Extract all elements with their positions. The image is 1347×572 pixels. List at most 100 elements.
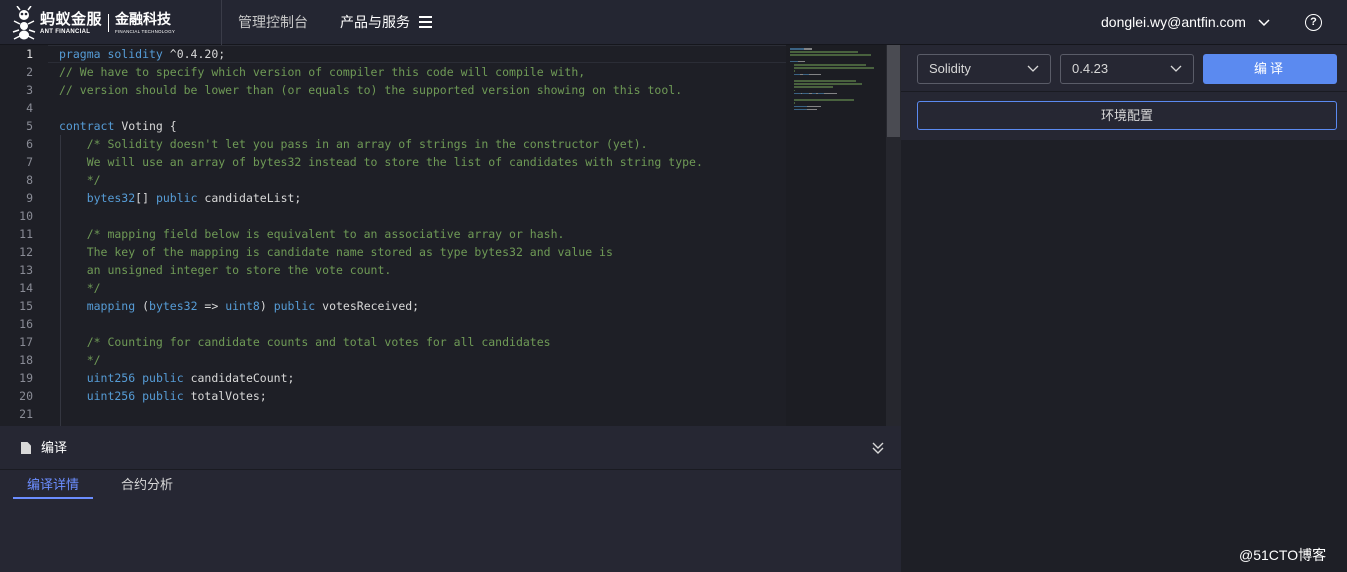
minimap-stroke [793, 92, 801, 95]
code-token: */ [59, 173, 101, 187]
chevron-down-icon[interactable] [1258, 16, 1270, 28]
tab-contract-analysis[interactable]: 合约分析 [121, 470, 173, 499]
code-token: public [273, 299, 323, 313]
minimap-stroke [793, 64, 867, 66]
line-number: 12 [19, 245, 33, 259]
line-number: 13 [19, 263, 33, 277]
minimap-stroke [798, 60, 806, 63]
line-number: 2 [26, 65, 33, 79]
help-icon[interactable]: ? [1305, 14, 1322, 31]
code-token: candidateList; [204, 191, 302, 205]
minimap-stroke [790, 54, 871, 56]
minimap-stroke [793, 108, 801, 111]
code-token: candidateCount; [190, 371, 295, 385]
line-number: 20 [19, 389, 33, 403]
code-token: public [155, 191, 205, 205]
line-number-gutter: 1 2 3 4 5 6 7 8 9 10 11 12 13 14 15 16 17 18 19 20 21 [0, 45, 48, 426]
compiler-version-select[interactable]: 0.4.23 [1060, 54, 1194, 84]
compile-button[interactable]: 编译 [1203, 54, 1337, 84]
document-icon [21, 442, 31, 454]
brand-sub-cn: 金融科技 [115, 10, 172, 27]
logo-separator [108, 14, 110, 32]
code-line: uint256 public candidateCount; [59, 369, 295, 387]
nav-console-link[interactable]: 管理控制台 [238, 0, 308, 45]
code-token: uint8 [225, 299, 260, 313]
user-account-menu[interactable]: donglei.wy@antfin.com [1101, 0, 1246, 45]
line-number: 5 [26, 119, 33, 133]
code-token: public [142, 389, 191, 403]
code-token: /* Solidity doesn't let you pass in an a… [59, 137, 648, 151]
minimap-stroke [793, 67, 874, 69]
code-token: uint256 [59, 389, 143, 403]
line-number: 11 [19, 227, 33, 241]
line-number: 3 [26, 83, 33, 97]
minimap-stroke [793, 102, 796, 104]
editor-vertical-scrollbar[interactable] [886, 45, 901, 426]
minimap-stroke [793, 105, 801, 108]
code-token: The key of the mapping is candidate name… [59, 245, 613, 259]
line-number: 7 [26, 155, 33, 169]
chevron-down-icon [1027, 65, 1039, 72]
code-line: mapping (bytes32 => uint8) public votesR… [59, 297, 419, 315]
brand-name-cn: 蚂蚁金服 [40, 10, 103, 28]
code-token: ^0.4.20; [169, 47, 226, 61]
compile-output-panel: 编译 编译详情 合约分析 [0, 426, 901, 572]
code-line: contract Voting { [59, 117, 177, 135]
tab-compile-details[interactable]: 编译详情 [13, 470, 93, 499]
hamburger-menu-icon[interactable] [419, 16, 432, 28]
code-line: pragma solidity ^0.4.20; [59, 45, 225, 63]
code-token: */ [59, 281, 101, 295]
compiler-settings-panel: Solidity 0.4.23 编译 环境配置 [901, 45, 1347, 572]
scrollbar-thumb[interactable] [887, 45, 900, 137]
line-number: 10 [19, 209, 33, 223]
minimap-stroke [793, 89, 796, 92]
environment-config-button[interactable]: 环境配置 [917, 101, 1337, 130]
line-number: 9 [26, 191, 33, 205]
line-number: 14 [19, 281, 33, 295]
code-line: /* mapping field below is equivalent to … [59, 225, 565, 243]
code-token: Voting { [121, 119, 177, 133]
code-editor[interactable]: 1 2 3 4 5 6 7 8 9 10 11 12 13 14 15 16 17 18 19 20 21 pragma… [0, 45, 901, 426]
code-line: an unsigned integer to store the vote co… [59, 261, 392, 279]
code-token: => [204, 299, 226, 313]
brand-logo[interactable]: 蚂蚁金服 ANT FINANCIAL 金融科技 FINANCIAL TECHNO… [12, 6, 175, 40]
language-select[interactable]: Solidity [917, 54, 1051, 84]
line-number: 16 [19, 317, 33, 331]
chevron-down-icon [1170, 65, 1182, 72]
minimap-stroke [808, 73, 822, 76]
code-token: mapping [59, 299, 143, 313]
code-minimap[interactable] [786, 45, 886, 426]
code-line: bytes32[] public candidateList; [59, 189, 302, 207]
minimap-stroke [790, 48, 805, 50]
watermark-text: @51CTO博客 [1239, 547, 1327, 563]
line-number: 8 [26, 173, 33, 187]
minimap-stroke [793, 70, 796, 72]
line-number: 4 [26, 101, 33, 115]
line-number: 6 [26, 137, 33, 151]
minimap-stroke [793, 80, 856, 82]
code-token: bytes32 [59, 191, 136, 205]
code-token: /* mapping field below is equivalent to … [59, 227, 565, 241]
code-line: uint256 public totalVotes; [59, 387, 267, 405]
code-line: */ [59, 279, 101, 297]
code-token: uint256 [59, 371, 143, 385]
minimap-stroke [804, 48, 812, 50]
code-token: ( [142, 299, 150, 313]
nav-divider [221, 0, 222, 45]
code-line: // We have to specify which version of c… [59, 63, 585, 81]
line-number: 19 [19, 371, 33, 385]
code-line: /* Counting for candidate counts and tot… [59, 333, 551, 351]
minimap-stroke [790, 51, 859, 53]
double-chevron-down-icon[interactable] [871, 441, 885, 455]
ant-logo-icon [12, 6, 36, 40]
panel-divider [901, 91, 1347, 92]
code-token: votesReceived; [322, 299, 420, 313]
code-line: /* Solidity doesn't let you pass in an a… [59, 135, 648, 153]
code-token: totalVotes; [190, 389, 267, 403]
code-text-area[interactable]: pragma solidity ^0.4.20; // We have to sp… [48, 45, 788, 426]
compile-panel-title: 编译 [41, 440, 68, 455]
brand-sub-en: FINANCIAL TECHNOLOGY [115, 28, 176, 34]
line-number: 21 [19, 407, 33, 421]
brand-name-en: ANT FINANCIAL [40, 28, 91, 35]
nav-products-menu[interactable]: 产品与服务 [340, 0, 410, 45]
